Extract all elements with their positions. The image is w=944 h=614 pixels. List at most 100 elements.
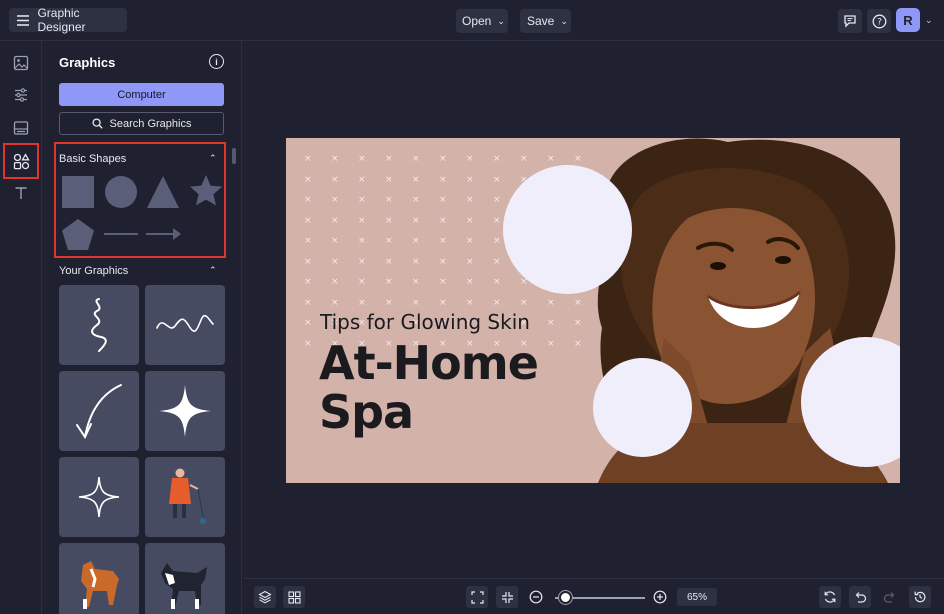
- x-mark: ×: [439, 256, 447, 267]
- your-graphics-heading[interactable]: Your Graphics: [59, 265, 128, 277]
- x-mark: ×: [466, 236, 474, 246]
- app-menu-button[interactable]: Graphic Designer: [9, 6, 127, 34]
- panel-title: Graphics: [59, 55, 116, 70]
- graphics-icon[interactable]: [11, 151, 31, 171]
- circle-shape[interactable]: [104, 175, 138, 209]
- x-mark: ×: [439, 215, 447, 226]
- zoom-level[interactable]: 65%: [677, 588, 717, 606]
- zoom-in-icon[interactable]: [653, 590, 667, 604]
- star-shape[interactable]: [189, 174, 223, 208]
- computer-upload-button[interactable]: Computer: [59, 83, 224, 106]
- x-mark: ×: [331, 256, 339, 267]
- x-mark: ×: [412, 256, 420, 267]
- x-mark: ×: [304, 174, 312, 185]
- x-mark: ×: [385, 154, 393, 164]
- graphic-person-with-dog[interactable]: [145, 457, 225, 537]
- graphic-curved-arrow[interactable]: [59, 371, 139, 451]
- save-label: Save: [527, 14, 555, 28]
- comments-button[interactable]: [838, 9, 862, 33]
- x-mark: ×: [331, 195, 339, 205]
- x-mark: ×: [547, 338, 555, 349]
- x-mark: ×: [439, 236, 447, 246]
- refresh-icon: [824, 591, 836, 603]
- image-icon[interactable]: [11, 53, 31, 73]
- x-mark: ×: [358, 236, 366, 246]
- avatar[interactable]: R: [896, 8, 920, 32]
- undo-button[interactable]: [849, 586, 871, 608]
- x-mark: ×: [493, 277, 501, 287]
- pentagon-shape[interactable]: [61, 218, 95, 252]
- shrink-button[interactable]: [496, 586, 518, 608]
- x-mark: ×: [331, 236, 339, 246]
- x-mark: ×: [304, 256, 312, 267]
- open-button[interactable]: Open ⌄: [456, 9, 508, 33]
- decor-circle-top[interactable]: [503, 165, 632, 294]
- x-mark: ×: [493, 195, 501, 205]
- graphic-squiggle-horizontal[interactable]: [145, 285, 225, 365]
- layout-icon[interactable]: [11, 118, 31, 138]
- grid-icon: [287, 590, 301, 604]
- history-button[interactable]: [909, 586, 931, 608]
- x-mark: ×: [466, 297, 474, 308]
- x-mark: ×: [412, 236, 420, 246]
- x-mark: ×: [358, 195, 366, 205]
- zoom-slider-handle[interactable]: [559, 591, 572, 604]
- save-button[interactable]: Save ⌄: [520, 9, 571, 33]
- graphic-dog-boxer[interactable]: [59, 543, 139, 614]
- graphic-sparkle-outline[interactable]: [59, 457, 139, 537]
- graphic-squiggle-vertical[interactable]: [59, 285, 139, 365]
- zoom-out-icon[interactable]: [529, 590, 543, 604]
- x-mark: ×: [520, 297, 528, 308]
- layers-button[interactable]: [254, 586, 276, 608]
- design-headline-line2[interactable]: Spa: [319, 389, 414, 435]
- x-mark: ×: [304, 195, 312, 205]
- x-mark: ×: [304, 297, 312, 308]
- x-mark: ×: [493, 236, 501, 246]
- x-mark: ×: [304, 215, 312, 226]
- x-mark: ×: [466, 277, 474, 287]
- design-headline-line1[interactable]: At-Home: [319, 340, 539, 386]
- x-mark: ×: [439, 195, 447, 205]
- x-mark: ×: [358, 297, 366, 308]
- design-canvas[interactable]: × × × × × × × × × × × × × × × × × × × × × × × × × × × × × × × × × × × × × × × ×…: [286, 138, 900, 483]
- chevron-down-icon: ⌄: [560, 15, 568, 26]
- search-graphics-label: Search Graphics: [109, 117, 192, 130]
- search-graphics-button[interactable]: Search Graphics: [59, 112, 224, 135]
- graphic-sparkle[interactable]: [145, 371, 225, 451]
- history-icon: [914, 591, 926, 603]
- fit-to-screen-button[interactable]: [466, 586, 488, 608]
- redo-button[interactable]: [879, 586, 901, 608]
- panel-scrollbar[interactable]: [232, 148, 236, 164]
- line-shape[interactable]: [104, 231, 138, 237]
- x-mark: ×: [358, 277, 366, 287]
- help-button[interactable]: ?: [867, 9, 891, 33]
- x-mark: ×: [385, 215, 393, 226]
- graphic-dog-husky[interactable]: [145, 543, 225, 614]
- chevron-down-icon: ⌄: [497, 15, 505, 26]
- x-mark: ×: [466, 154, 474, 164]
- chevron-up-icon[interactable]: ⌃: [209, 265, 217, 276]
- collapse-icon: [501, 591, 513, 603]
- top-bar: Graphic Designer Open ⌄ Save ⌄ ? R ⌄: [0, 0, 944, 41]
- triangle-shape[interactable]: [146, 175, 180, 209]
- chevron-down-icon[interactable]: ⌄: [925, 15, 933, 26]
- refresh-button[interactable]: [819, 586, 841, 608]
- design-subtitle[interactable]: Tips for Glowing Skin: [320, 310, 530, 334]
- x-mark: ×: [385, 174, 393, 185]
- svg-text:?: ?: [877, 17, 882, 27]
- square-shape[interactable]: [61, 175, 95, 209]
- info-icon[interactable]: i: [209, 54, 224, 69]
- x-mark: ×: [439, 154, 447, 164]
- grid-button[interactable]: [283, 586, 305, 608]
- x-mark: ×: [412, 297, 420, 308]
- x-mark: ×: [493, 174, 501, 185]
- x-mark: ×: [331, 154, 339, 164]
- tool-rail: [0, 41, 42, 614]
- adjustments-icon[interactable]: [11, 85, 31, 105]
- help-icon: ?: [872, 14, 886, 28]
- arrow-shape[interactable]: [146, 227, 182, 241]
- text-icon[interactable]: [11, 183, 31, 203]
- decor-circle-bottom[interactable]: [593, 358, 692, 457]
- x-mark: ×: [412, 195, 420, 205]
- x-mark: ×: [412, 277, 420, 287]
